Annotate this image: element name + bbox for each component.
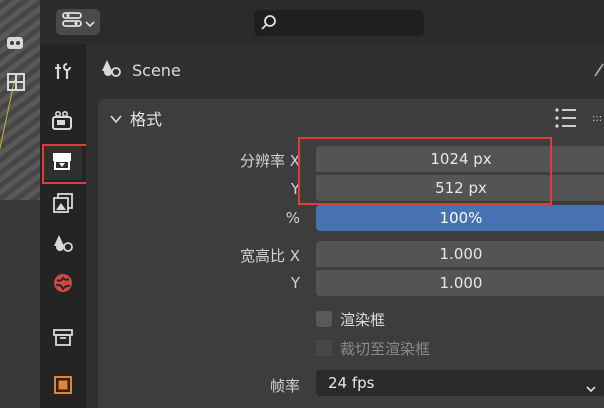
chevron-down-icon xyxy=(110,109,122,128)
tab-collection[interactable] xyxy=(46,322,80,356)
aspect-y-field[interactable]: 1.000 xyxy=(316,270,604,296)
presets-list-icon[interactable] xyxy=(554,107,578,133)
tab-render[interactable] xyxy=(46,106,80,140)
object-square-icon xyxy=(52,374,74,400)
scene-icon xyxy=(100,57,122,83)
properties-editor-icon xyxy=(61,11,82,33)
crop-to-region-checkbox[interactable] xyxy=(316,340,332,356)
frame-rate-dropdown[interactable]: 24 fps xyxy=(316,370,604,396)
scene-icon xyxy=(52,232,74,258)
editor-type-button[interactable] xyxy=(56,9,100,35)
properties-tabs xyxy=(40,44,86,408)
collection-box-icon xyxy=(52,326,74,352)
robot-gizmo-icon xyxy=(4,32,26,58)
viewport-edge xyxy=(0,0,40,408)
drag-handle-icon[interactable]: ::: xyxy=(592,106,602,125)
tab-view-layer[interactable] xyxy=(46,188,80,222)
panel-title: 格式 xyxy=(130,110,163,129)
frame-rate-value: 24 fps xyxy=(328,374,375,392)
frame-rate-label: 帧率 xyxy=(269,377,300,395)
render-region-checkbox[interactable] xyxy=(316,311,332,327)
aspect-y-label: Y xyxy=(290,274,300,292)
chevron-down-icon xyxy=(586,379,596,397)
grid-gizmo-icon xyxy=(6,72,26,96)
render-region-label: 渲染框 xyxy=(340,311,386,329)
search-icon xyxy=(260,14,278,36)
tab-scene[interactable] xyxy=(46,228,80,262)
aspect-x-label: 宽高比 X xyxy=(239,247,300,265)
tool-wrench-icon xyxy=(52,60,74,86)
search-input[interactable] xyxy=(254,10,424,36)
tab-world[interactable] xyxy=(46,268,80,302)
pin-icon[interactable] xyxy=(594,62,604,82)
render-camera-icon xyxy=(51,110,75,136)
crop-to-region-label: 裁切至渲染框 xyxy=(340,340,431,358)
context-breadcrumb: Scene xyxy=(100,56,181,84)
aspect-x-field[interactable]: 1.000 xyxy=(316,241,604,267)
percentage-label: % xyxy=(285,209,300,227)
format-panel-header[interactable]: 格式 xyxy=(110,106,162,130)
resolution-x-label: 分辨率 X xyxy=(239,152,300,170)
tab-tool[interactable] xyxy=(46,56,80,90)
percentage-slider[interactable]: 100% xyxy=(316,205,604,231)
resolution-highlight xyxy=(298,137,552,205)
world-icon xyxy=(52,272,74,298)
scene-name: Scene xyxy=(132,60,181,80)
view-layer-icon xyxy=(52,192,74,218)
chevron-down-icon xyxy=(84,13,95,32)
viewport-mesh xyxy=(0,0,40,200)
tab-object[interactable] xyxy=(46,370,80,404)
